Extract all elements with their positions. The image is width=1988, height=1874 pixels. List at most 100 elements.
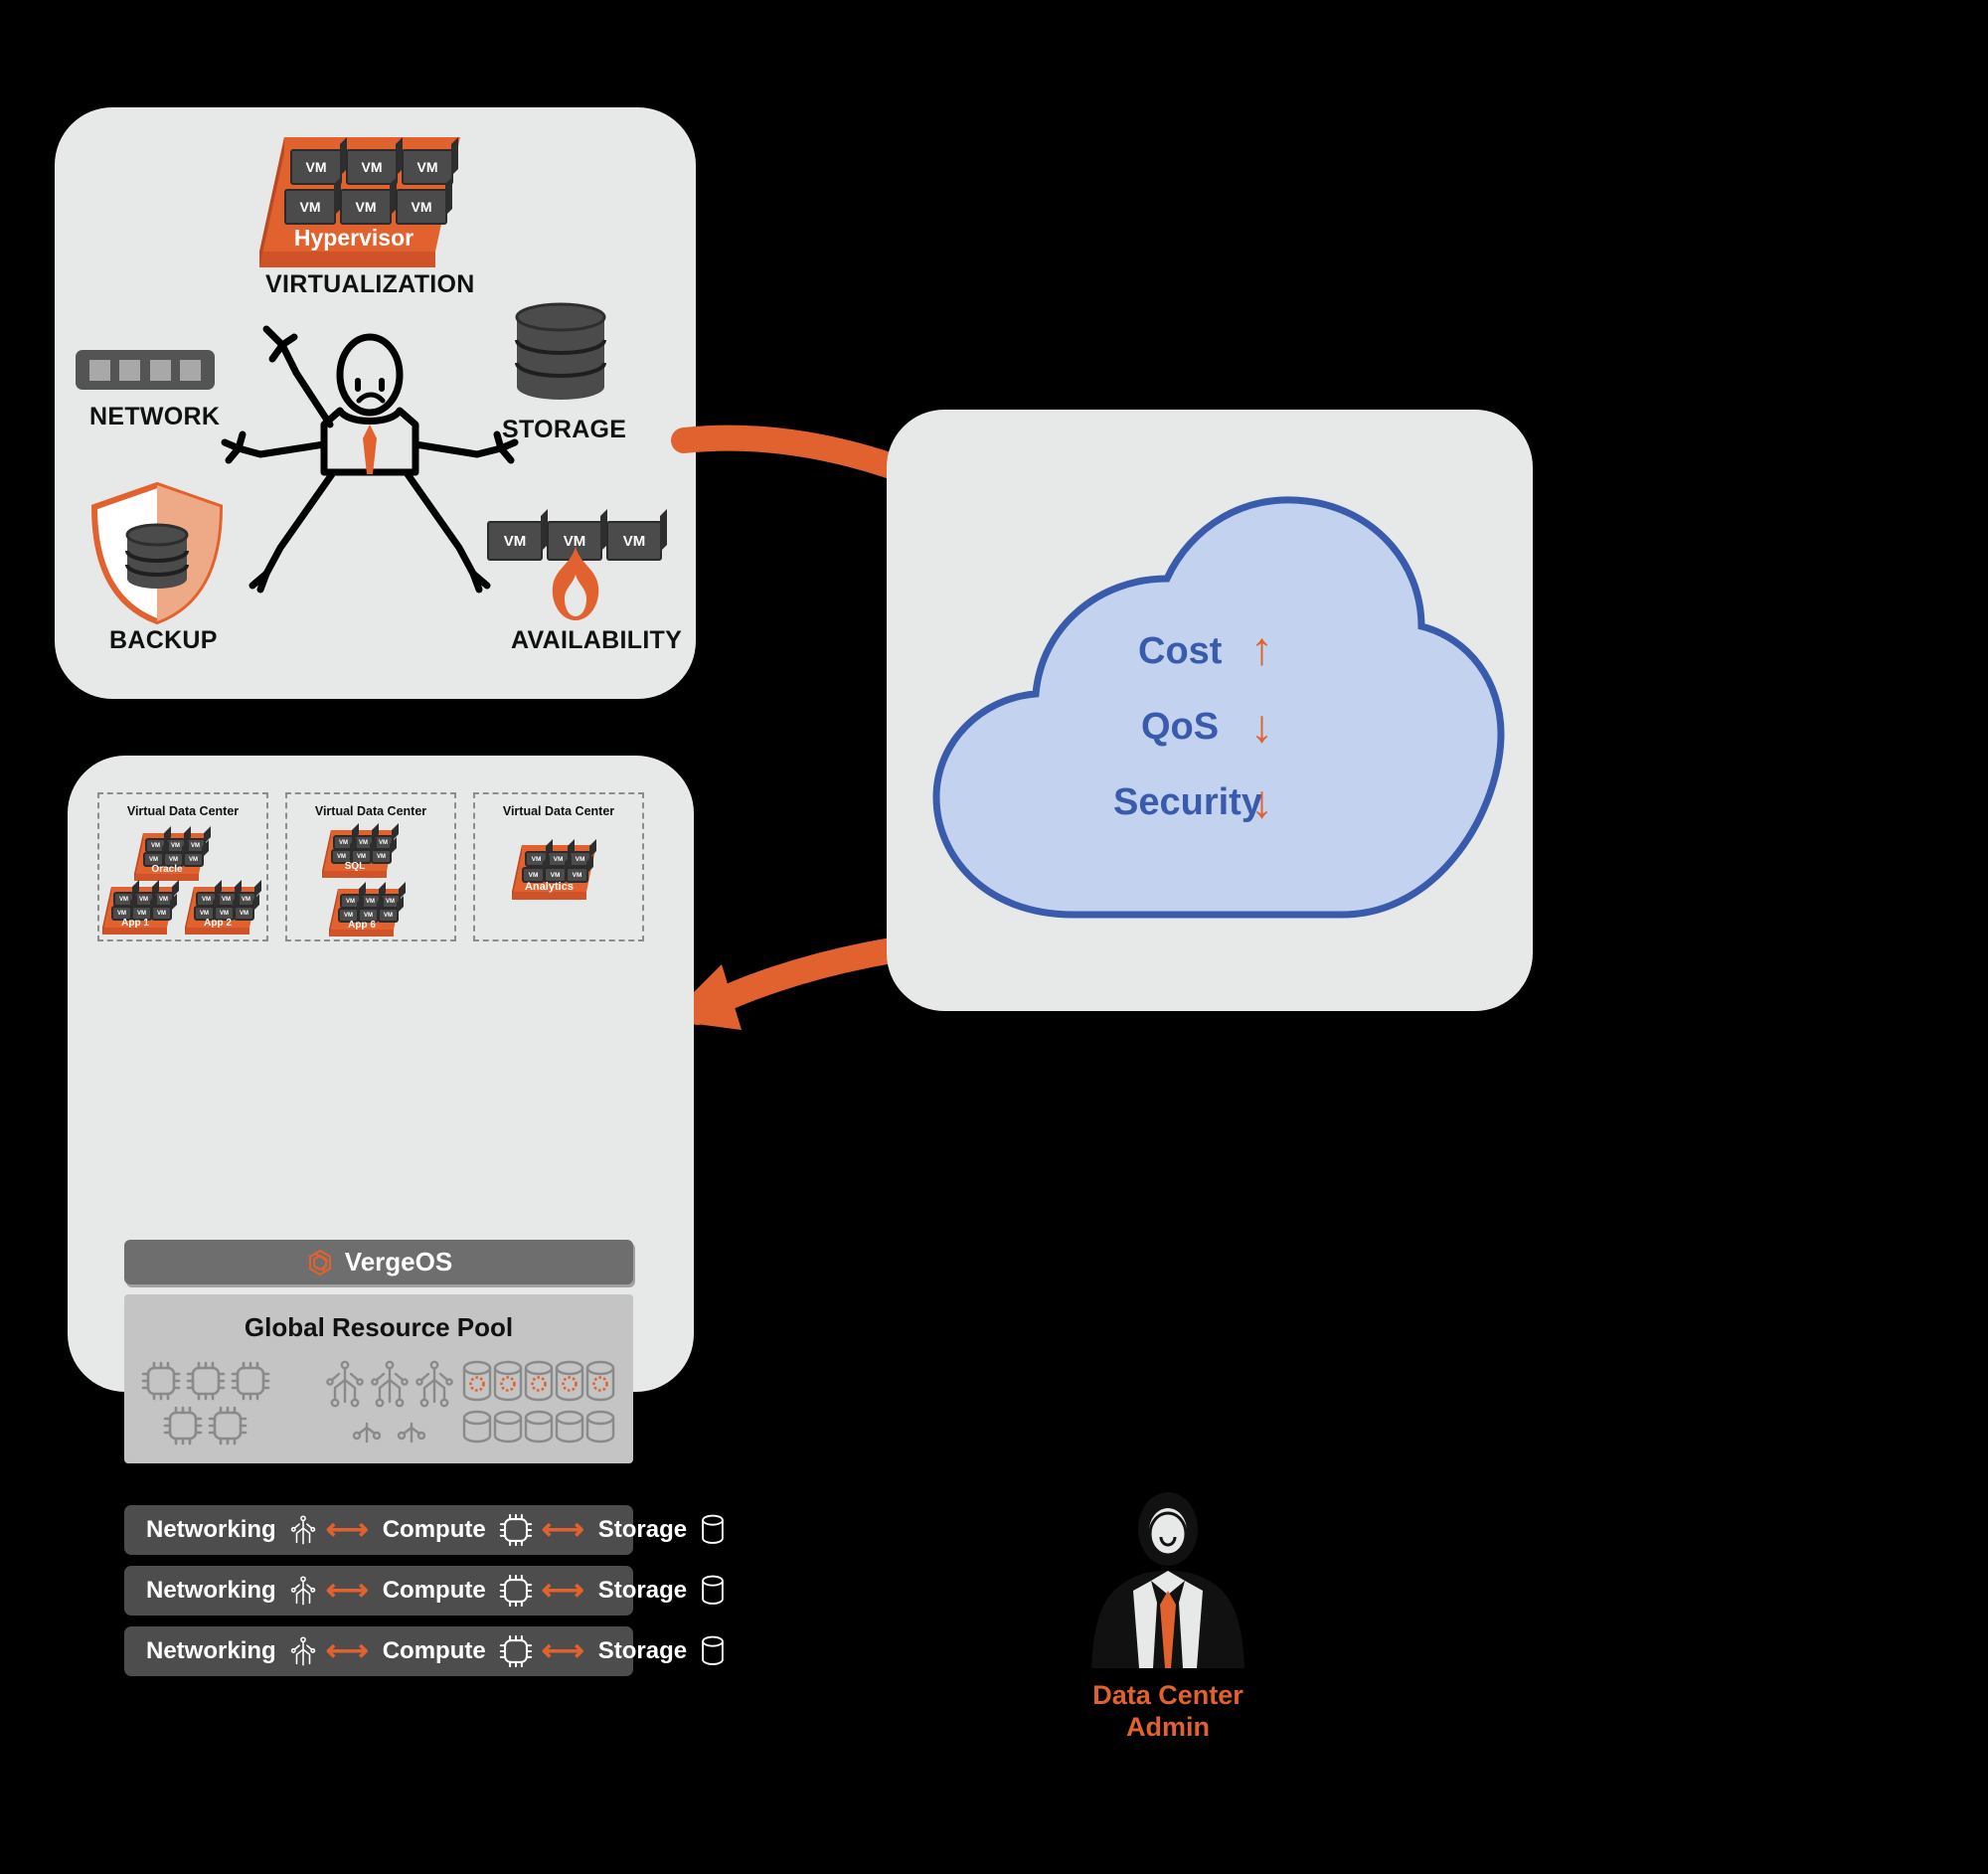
hardware-row[interactable]: Networking ⟷ Compute ⟷ Storage [124, 1505, 724, 1555]
hw-compute-label: Compute [382, 1577, 486, 1604]
vm-box: VM [284, 189, 336, 225]
vm-label: VM [344, 912, 353, 919]
vm-label: VM [171, 842, 180, 849]
hypervisor-label: Hypervisor [293, 225, 414, 251]
vergeos-bar[interactable]: VergeOS [124, 1240, 633, 1284]
vm-label: VM [575, 855, 585, 863]
global-resource-pool: Global Resource Pool [124, 1294, 633, 1463]
vm-label: VM [377, 853, 386, 860]
double-arrow-icon: ⟷ [325, 1513, 369, 1546]
hw-storage-label: Storage [597, 1637, 688, 1664]
vm-label: VM [137, 910, 146, 917]
cloud-item-security-arrow: ↓ [1250, 775, 1273, 827]
vm-box: VM [402, 149, 453, 185]
cloud-item-cost-label: Cost [1138, 630, 1223, 672]
availability-caption: AVAILABILITY [511, 626, 683, 654]
diagram-canvas: VM VM VM VM VM VM Hypervisor VIRTUALIZAT… [0, 0, 1988, 1874]
double-arrow-icon: ⟷ [541, 1513, 584, 1546]
vm-label: VM [151, 842, 160, 849]
stressed-admin-figure-icon [221, 325, 519, 594]
vdc-title: Virtual Data Center [502, 804, 615, 818]
global-resource-pool-title: Global Resource Pool [244, 1312, 514, 1342]
vm-label: VM [117, 910, 126, 917]
double-arrow-icon: ⟷ [325, 1634, 369, 1667]
vm-label: VM [386, 898, 395, 905]
cloud-item-qos-label: QoS [1141, 706, 1220, 748]
vm-stack-label: SQL [344, 861, 366, 872]
vm-stack-oracle: VM VM VM VM VM VM Oracle [132, 831, 210, 883]
cpu-chip-icon [499, 1513, 532, 1547]
vm-label: VM [572, 871, 582, 879]
network-circuit-icon [290, 1576, 315, 1606]
vm-label: VM [379, 839, 388, 846]
vm-stack-app1: VM VM VM VM VM VM App 1 [100, 885, 178, 937]
vm-stack-app2: VM VM VM VM VM VM App 2 [183, 885, 260, 937]
vm-label: VM [366, 898, 375, 905]
hypervisor-slab: VM VM VM VM VM VM Hypervisor [256, 127, 465, 267]
vm-label: VM [416, 159, 438, 175]
disk-cylinder-icon [702, 1575, 724, 1605]
hw-storage-label: Storage [597, 1577, 688, 1604]
vergeos-logo-icon [308, 1249, 331, 1276]
double-arrow-icon: ⟷ [541, 1574, 584, 1607]
vdc-title: Virtual Data Center [126, 804, 240, 818]
vm-label: VM [531, 855, 542, 863]
vm-label: VM [220, 910, 229, 917]
shield-database-icon [87, 481, 227, 625]
network-circuit-icon [290, 1515, 315, 1545]
vm-stack-analytics: VM VM VM VM VM VM Analytics [509, 843, 598, 903]
double-arrow-icon: ⟷ [541, 1634, 584, 1667]
vm-label: VM [202, 896, 211, 903]
admin-caption-line1: Data Center [1092, 1680, 1243, 1710]
hw-storage-label: Storage [597, 1516, 688, 1543]
hw-networking-label: Networking [146, 1577, 276, 1604]
vm-label: VM [622, 532, 646, 550]
vm-label: VM [361, 159, 383, 175]
database-stack-icon [515, 302, 606, 401]
vm-label: VM [299, 199, 321, 215]
admin-caption-line2: Admin [1126, 1711, 1210, 1742]
storage-caption: STORAGE [502, 416, 627, 443]
cpu-chip-icon [499, 1634, 532, 1668]
vm-box: VM [396, 189, 447, 225]
vm-label: VM [169, 856, 178, 863]
network-circuit-icon [290, 1636, 315, 1666]
vm-label: VM [553, 855, 564, 863]
vm-stack-label: App 2 [204, 918, 232, 929]
cloud-item-security-label: Security [1113, 781, 1262, 823]
vm-stack-label: Analytics [525, 881, 574, 893]
flame-icon [552, 547, 599, 620]
vm-label: VM [337, 853, 346, 860]
network-circuit-icon-group [326, 1360, 453, 1444]
vm-label: VM [305, 159, 327, 175]
vm-label: VM [159, 896, 168, 903]
vm-label: VM [222, 896, 231, 903]
vdc-title: Virtual Data Center [314, 804, 427, 818]
network-caption: NETWORK [89, 403, 221, 430]
business-person-icon [1091, 1492, 1244, 1668]
vm-label: VM [119, 896, 128, 903]
hardware-row[interactable]: Networking ⟷ Compute ⟷ Storage [124, 1566, 724, 1616]
vm-label: VM [346, 898, 355, 905]
hardware-row[interactable]: Networking ⟷ Compute ⟷ Storage [124, 1626, 724, 1676]
backup-caption: BACKUP [109, 626, 218, 654]
vm-label: VM [359, 839, 368, 846]
vm-label: VM [357, 853, 366, 860]
vm-label: VM [139, 896, 148, 903]
vm-label: VM [384, 912, 393, 919]
cloud-item-qos-arrow: ↓ [1250, 700, 1273, 752]
vm-stack-app6: VM VM VM VM VM VM App 6 [327, 887, 405, 938]
vm-box: VM [346, 149, 398, 185]
disk-cylinder-icon [702, 1635, 724, 1665]
cloud-item-cost-arrow: ↑ [1250, 622, 1273, 674]
vm-label: VM [189, 856, 198, 863]
hw-networking-label: Networking [146, 1516, 276, 1543]
hw-networking-label: Networking [146, 1637, 276, 1664]
vm-stack-label: Oracle [151, 864, 183, 875]
cpu-chip-icon [499, 1574, 532, 1608]
disk-cylinder-icon [702, 1514, 724, 1544]
double-arrow-icon: ⟷ [325, 1574, 369, 1607]
vm-label: VM [242, 896, 250, 903]
admin-caption: Data Center Admin [1014, 1680, 1322, 1744]
vm-label: VM [240, 910, 248, 917]
